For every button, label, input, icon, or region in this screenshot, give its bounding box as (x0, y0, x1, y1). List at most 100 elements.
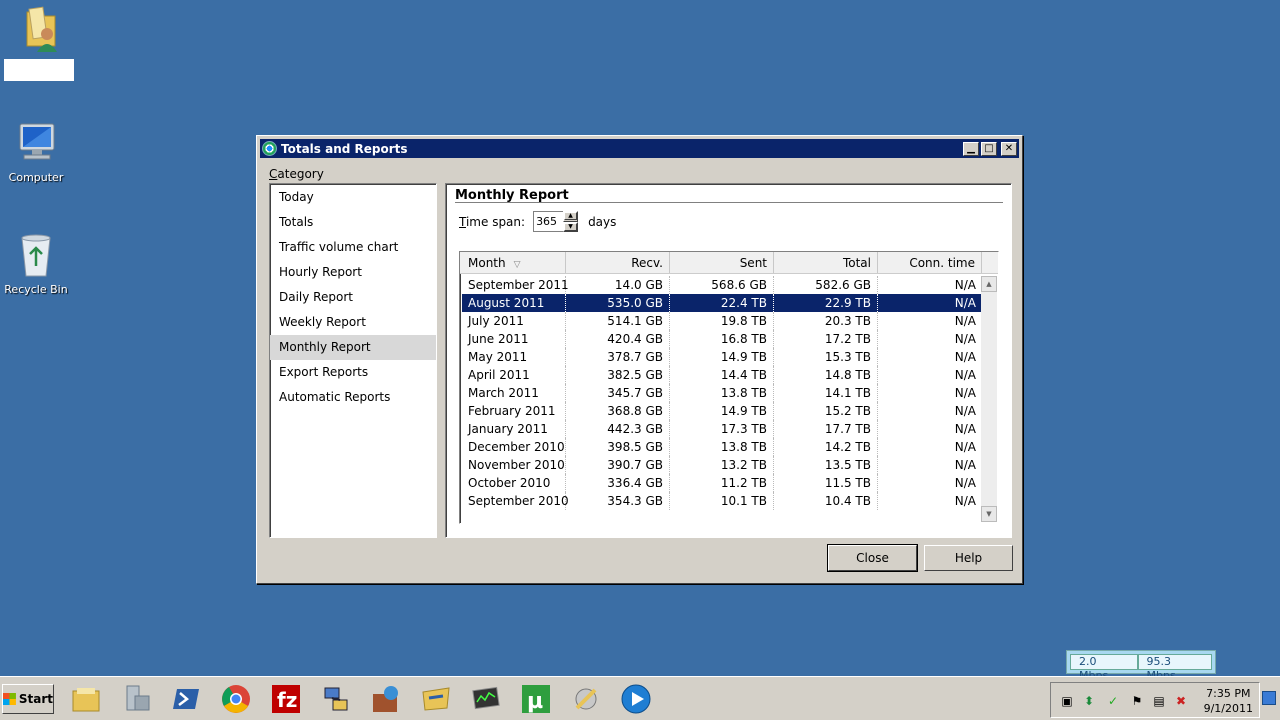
cell-month: July 2011 (462, 312, 566, 330)
table-row[interactable]: May 2011 378.7 GB 14.9 TB 15.3 TB N/A (462, 348, 982, 366)
scroll-up-button[interactable]: ▲ (981, 276, 997, 292)
cell-conn: N/A (954, 458, 976, 472)
category-item-monthly-report[interactable]: Monthly Report (270, 335, 436, 360)
cell-sent: 17.3 TB (670, 420, 774, 438)
timespan-row: Time span: ▲ ▼ days (459, 211, 616, 232)
column-header-conn-time[interactable]: Conn. time (878, 252, 982, 273)
taskbar-firewall[interactable] (370, 683, 402, 715)
start-button[interactable]: Start (2, 684, 54, 714)
cell-month: September 2011 (462, 276, 569, 294)
column-header-month[interactable]: Month ▽ (462, 252, 566, 273)
desktop-icon-computer[interactable]: Computer (0, 122, 72, 184)
table-row[interactable]: November 2010 390.7 GB 13.2 TB 13.5 TB N/A (462, 456, 982, 474)
taskbar-chrome[interactable] (220, 683, 252, 715)
tray-flag-icon[interactable]: ⚑ (1129, 693, 1145, 709)
maximize-button[interactable]: □ (981, 141, 997, 156)
help-button[interactable]: Help (924, 545, 1013, 571)
cell-recv: 390.7 GB (566, 456, 670, 474)
cell-recv: 345.7 GB (566, 384, 670, 402)
chrome-icon (222, 685, 250, 713)
column-header-total[interactable]: Total (774, 252, 878, 273)
table-scrollbar[interactable]: ▲ ▼ (981, 276, 997, 522)
tray-network-updown-icon[interactable]: ⬍ (1081, 693, 1097, 709)
category-item-totals[interactable]: Totals (270, 210, 436, 235)
cell-sent: 13.8 TB (670, 384, 774, 402)
table-row[interactable]: September 2011 14.0 GB 568.6 GB 582.6 GB N/A (462, 276, 982, 294)
table-row[interactable]: December 2010 398.5 GB 13.8 TB 14.2 TB N/A (462, 438, 982, 456)
close-button[interactable]: Close (827, 544, 918, 572)
spin-up-button[interactable]: ▲ (563, 211, 579, 222)
clock-time: 7:35 PM (1206, 687, 1251, 700)
cell-recv: 535.0 GB (566, 294, 670, 312)
table-row[interactable]: June 2011 420.4 GB 16.8 TB 17.2 TB N/A (462, 330, 982, 348)
dialog-title: Totals and Reports (281, 141, 408, 156)
desktop-icon-user-folder[interactable] (4, 6, 76, 81)
category-item-weekly-report[interactable]: Weekly Report (270, 310, 436, 335)
cell-month: April 2011 (462, 366, 566, 384)
category-item-traffic-volume-chart[interactable]: Traffic volume chart (270, 235, 436, 260)
taskbar-network[interactable] (320, 683, 352, 715)
taskbar-explorer[interactable] (70, 683, 102, 715)
table-row[interactable]: April 2011 382.5 GB 14.4 TB 14.8 TB N/A (462, 366, 982, 384)
close-window-button[interactable]: ✕ (1001, 141, 1017, 156)
cell-total: 11.5 TB (774, 474, 878, 492)
timespan-input[interactable] (533, 211, 564, 232)
category-list[interactable]: Today Totals Traffic volume chart Hourly… (269, 183, 437, 538)
cell-month: February 2011 (462, 402, 566, 420)
desktop-icon-recycle-bin[interactable]: Recycle Bin (0, 232, 72, 296)
table-row[interactable]: February 2011 368.8 GB 14.9 TB 15.2 TB N/A (462, 402, 982, 420)
taskbar-folder-sync[interactable] (420, 683, 452, 715)
cell-sent: 568.6 GB (670, 276, 774, 294)
taskbar-powershell[interactable] (170, 683, 202, 715)
close-icon: ✕ (1004, 142, 1014, 154)
cell-month: June 2011 (462, 330, 566, 348)
tray-app-icon[interactable]: ✓ (1105, 693, 1121, 709)
taskbar-media-player[interactable] (620, 683, 652, 715)
chevron-up-icon: ▲ (564, 212, 578, 221)
taskbar-filezilla[interactable]: fz (270, 683, 302, 715)
table-row[interactable]: August 2011 535.0 GB 22.4 TB 22.9 TB N/A (462, 294, 982, 312)
taskbar-tools[interactable] (570, 683, 602, 715)
tray-volume-muted-icon[interactable]: ✖ (1173, 693, 1189, 709)
start-label: Start (18, 692, 53, 706)
column-header-sent[interactable]: Sent (670, 252, 774, 273)
cell-sent: 14.9 TB (670, 402, 774, 420)
cell-recv: 378.7 GB (566, 348, 670, 366)
show-desktop-button[interactable] (1262, 691, 1276, 705)
column-header-recv[interactable]: Recv. (566, 252, 670, 273)
monthly-report-table[interactable]: Month ▽ Recv. Sent Total Conn. time Septe… (459, 251, 999, 524)
cell-conn: N/A (954, 476, 976, 490)
category-item-daily-report[interactable]: Daily Report (270, 285, 436, 310)
cell-conn: N/A (954, 350, 976, 364)
spin-down-button[interactable]: ▼ (563, 221, 579, 232)
utorrent-icon: µ (522, 685, 550, 714)
cell-month: January 2011 (462, 420, 566, 438)
cell-recv: 368.8 GB (566, 402, 670, 420)
cell-conn: N/A (954, 332, 976, 346)
category-item-automatic-reports[interactable]: Automatic Reports (270, 385, 436, 410)
cell-month: August 2011 (462, 294, 566, 312)
tray-monitor-icon[interactable]: ▣ (1059, 693, 1075, 709)
dialog-titlebar[interactable]: Totals and Reports ▁ □ ✕ (260, 139, 1019, 158)
scroll-down-button[interactable]: ▼ (981, 506, 997, 522)
table-row[interactable]: October 2010 336.4 GB 11.2 TB 11.5 TB N/A (462, 474, 982, 492)
server-manager-icon (126, 685, 150, 711)
windows-logo-icon (3, 693, 16, 705)
minimize-button[interactable]: ▁ (963, 141, 979, 156)
taskbar-utorrent[interactable]: µ (520, 683, 552, 715)
table-row[interactable]: September 2010 354.3 GB 10.1 TB 10.4 TB N/A (462, 492, 982, 510)
table-row[interactable]: March 2011 345.7 GB 13.8 TB 14.1 TB N/A (462, 384, 982, 402)
taskbar-monitor[interactable] (470, 683, 502, 715)
table-row[interactable]: January 2011 442.3 GB 17.3 TB 17.7 TB N/A (462, 420, 982, 438)
panel-divider (455, 202, 1003, 204)
category-item-export-reports[interactable]: Export Reports (270, 360, 436, 385)
network-meter[interactable]: 2.0 Mbps 95.3 Mbps (1066, 650, 1216, 682)
table-row[interactable]: July 2011 514.1 GB 19.8 TB 20.3 TB N/A (462, 312, 982, 330)
category-item-hourly-report[interactable]: Hourly Report (270, 260, 436, 285)
taskbar-server-manager[interactable] (120, 683, 152, 715)
tray-network-icon[interactable]: ▤ (1151, 693, 1167, 709)
cell-month: November 2010 (462, 456, 566, 474)
category-item-today[interactable]: Today (270, 185, 436, 210)
cell-sent: 11.2 TB (670, 474, 774, 492)
clock[interactable]: 7:35 PM 9/1/2011 (1204, 686, 1253, 716)
